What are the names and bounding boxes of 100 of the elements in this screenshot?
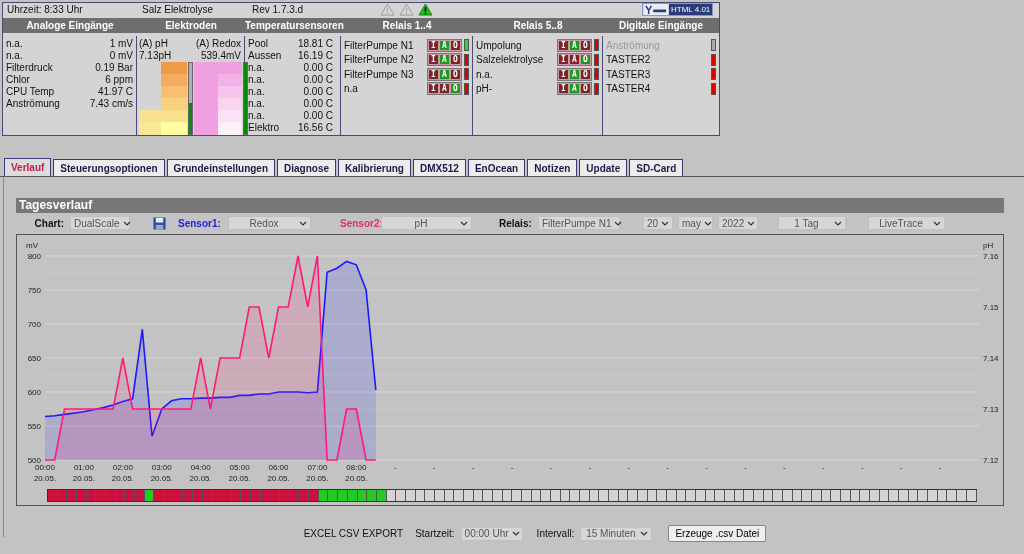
axis-label: -: [666, 463, 669, 472]
axis-label: -: [822, 463, 825, 472]
axis-label: 04:00 20.05.: [189, 463, 212, 483]
dropdown[interactable]: 20: [643, 216, 673, 230]
dropdown[interactable]: pH: [381, 216, 472, 230]
mode-button[interactable]: O: [580, 54, 591, 66]
dropdown[interactable]: FilterPumpe N1: [538, 216, 620, 230]
mode-button[interactable]: I: [428, 39, 439, 51]
tab[interactable]: Update: [579, 159, 628, 176]
axis-label: 550: [27, 422, 41, 431]
dropdown[interactable]: DualScale: [70, 216, 130, 230]
mode-button[interactable]: A: [439, 68, 450, 80]
axis-label: 01:00 20.05.: [72, 463, 96, 483]
field-label: Chart:: [34, 217, 65, 229]
sensor-label: n.a.: [6, 38, 23, 50]
dropdown[interactable]: may: [678, 216, 713, 230]
column-header: Relais 5..8: [512, 20, 564, 31]
dropdown[interactable]: 00:00 Uhr: [460, 526, 523, 541]
tab[interactable]: Verlauf: [4, 158, 52, 176]
sensor-value: 18.81 C: [297, 38, 333, 50]
mode-button[interactable]: A: [569, 83, 580, 95]
mode-button[interactable]: I: [558, 68, 569, 80]
axis-label: 750: [27, 286, 41, 295]
axis-label: 05:00 20.05.: [228, 463, 251, 483]
caret-icon: [703, 220, 712, 226]
sensor-value: 0.19 Bar: [95, 62, 133, 74]
relay-name: FilterPumpe N1: [344, 39, 415, 51]
field-label: Startzeit:: [415, 528, 455, 539]
dropdown[interactable]: 1 Tag: [778, 216, 846, 230]
sensor-value: 16.19 C: [297, 50, 333, 62]
dropdown[interactable]: 2022: [718, 216, 758, 230]
tab[interactable]: Steuerungsoptionen: [53, 159, 165, 176]
axis-label: -: [899, 463, 903, 472]
tab[interactable]: EnOcean: [467, 159, 526, 176]
sensor-value: 0.00 C: [303, 98, 333, 110]
dropdown[interactable]: 15 Minuten: [580, 526, 653, 541]
sensor-label: Elektro: [248, 122, 280, 134]
caret-icon: [460, 220, 468, 226]
tab[interactable]: Diagnose: [277, 159, 337, 176]
column-header: Elektroden: [164, 20, 218, 31]
relay-name: n.a.: [476, 68, 494, 80]
axis-label: -: [393, 463, 397, 472]
field-label: Intervall:: [536, 528, 575, 539]
mode-button[interactable]: O: [580, 68, 591, 80]
version-badge: HTML 4.01: [669, 4, 713, 15]
field-label: Relais:: [499, 217, 533, 229]
mode-button[interactable]: A: [569, 54, 580, 66]
axis-label: -: [549, 463, 553, 472]
mode-button[interactable]: O: [450, 83, 461, 95]
tab[interactable]: Notizen: [527, 159, 578, 176]
mode-button[interactable]: A: [439, 39, 450, 51]
mode-button[interactable]: O: [450, 54, 461, 66]
axis-label: 7.13: [983, 405, 999, 414]
tab[interactable]: DMX512: [412, 159, 466, 176]
axis-label: -: [783, 463, 786, 472]
mode-button[interactable]: O: [450, 68, 461, 80]
mode-button[interactable]: I: [428, 68, 439, 80]
export-button[interactable]: Erzeuge .csv Datei: [668, 525, 767, 542]
sensor-label: Filterdruck: [6, 62, 53, 74]
axis-label: 800: [27, 252, 41, 261]
axis-title: mV: [26, 241, 38, 250]
mode-button[interactable]: O: [580, 83, 591, 95]
caret-icon: [511, 531, 520, 536]
mode-button[interactable]: A: [439, 54, 450, 66]
caret-icon: [640, 531, 649, 536]
axis-label: 07:00 20.05.: [306, 463, 329, 483]
mode-button[interactable]: O: [580, 39, 591, 51]
mode-button[interactable]: I: [558, 83, 569, 95]
sensor-label: Pool: [248, 38, 268, 50]
axis-label: 650: [27, 354, 41, 363]
axis-label: -: [471, 463, 475, 472]
axis-label: 500: [27, 456, 41, 465]
sensor-label: n.a.: [248, 74, 265, 86]
input-name: TASTER2: [606, 54, 652, 66]
tab[interactable]: SD-Card: [629, 159, 684, 176]
axis-label: 03:00 20.05.: [150, 463, 173, 483]
mode-button[interactable]: A: [439, 83, 450, 95]
axis-label: 08:00 20.05.: [345, 463, 368, 483]
revision-text: Rev 1.7.3.d: [252, 4, 305, 15]
tab[interactable]: Kalibrierung: [338, 159, 411, 176]
dropdown[interactable]: Redox: [228, 216, 311, 230]
mode-button[interactable]: O: [450, 39, 461, 51]
sensor-label: Anströmung: [6, 98, 60, 110]
mode-button[interactable]: I: [558, 54, 569, 66]
dropdown[interactable]: LiveTrace: [868, 216, 945, 230]
save-icon[interactable]: [153, 216, 166, 230]
sensor-label: n.a.: [6, 50, 23, 62]
mode-button[interactable]: A: [569, 68, 580, 80]
sensor-label: n.a.: [248, 86, 265, 98]
field-label: Sensor2:: [340, 217, 384, 229]
mode-button[interactable]: I: [558, 39, 569, 51]
sensor-value: 0.00 C: [303, 74, 333, 86]
axis-label: 7.12: [983, 456, 999, 465]
tab[interactable]: Grundeinstellungen: [166, 159, 276, 176]
mode-button[interactable]: I: [428, 83, 439, 95]
column-header: Analoge Eingänge: [25, 20, 115, 31]
mode-button[interactable]: I: [428, 54, 439, 66]
relay-name: pH-: [476, 83, 494, 95]
input-name: TASTER4: [606, 83, 652, 95]
mode-button[interactable]: A: [569, 39, 580, 51]
